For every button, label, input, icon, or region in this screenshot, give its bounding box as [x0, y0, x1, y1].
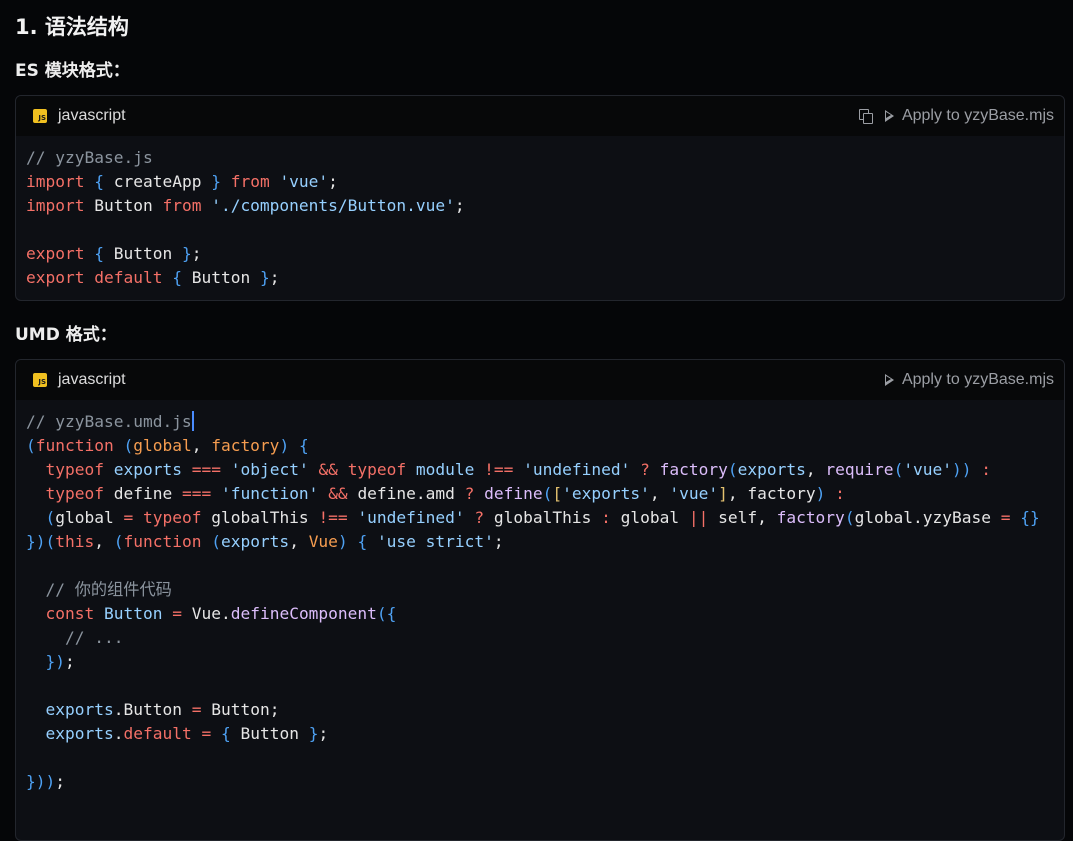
- code-content[interactable]: // yzyBase.js import { createApp } from …: [16, 136, 1064, 290]
- js-badge-icon: JS: [33, 109, 47, 123]
- code-line: import { createApp } from 'vue';: [26, 172, 338, 191]
- copy-icon[interactable]: [858, 109, 873, 124]
- text-cursor: [191, 411, 194, 431]
- code-line: const Button = Vue.defineComponent({: [45, 604, 397, 623]
- code-line: exports.Button = Button;: [45, 700, 280, 719]
- code-line: import Button from './components/Button.…: [26, 196, 465, 215]
- section-heading: 1. 语法结构: [15, 15, 129, 39]
- code-line: // 你的组件代码: [45, 580, 172, 599]
- apply-label: Apply to yzyBase.mjs: [901, 371, 1054, 388]
- code-line: export { Button };: [26, 244, 202, 263]
- code-line: // yzyBase.umd.js: [26, 411, 194, 431]
- play-icon: [884, 110, 894, 122]
- js-badge-icon: JS: [33, 373, 47, 387]
- code-block-header: JS javascript Apply to yzyBase.mjs: [16, 96, 1064, 136]
- apply-button[interactable]: Apply to yzyBase.mjs: [884, 107, 1054, 125]
- code-block-es: JS javascript Apply to yzyBase.mjs // yz…: [15, 95, 1065, 301]
- apply-label: Apply to yzyBase.mjs: [901, 107, 1054, 124]
- code-line: // ...: [64, 628, 124, 647]
- code-line: typeof define === 'function' && define.a…: [45, 484, 845, 503]
- code-block-header: JS javascript Apply to yzyBase.mjs: [16, 360, 1064, 400]
- es-module-label: ES 模块格式：: [15, 61, 130, 81]
- umd-label: UMD 格式：: [15, 325, 117, 345]
- code-content[interactable]: // yzyBase.umd.js (function (global, fac…: [16, 400, 1064, 794]
- code-line: (global = typeof globalThis !== 'undefin…: [45, 508, 1040, 527]
- code-line: exports.default = { Button };: [45, 724, 329, 743]
- code-line: typeof exports === 'object' && typeof mo…: [45, 460, 992, 479]
- code-line: }));: [26, 772, 65, 791]
- code-line: export default { Button };: [26, 268, 280, 287]
- play-icon: [884, 374, 894, 386]
- language-label: javascript: [58, 107, 126, 124]
- code-line: });: [45, 652, 75, 671]
- code-line: // yzyBase.js: [26, 148, 153, 167]
- language-label: javascript: [58, 371, 126, 388]
- code-line: })(this, (function (exports, Vue) { 'use…: [26, 532, 504, 551]
- apply-button[interactable]: Apply to yzyBase.mjs: [884, 371, 1054, 389]
- code-line: (function (global, factory) {: [26, 436, 309, 455]
- code-block-umd: JS javascript Apply to yzyBase.mjs // yz…: [15, 359, 1065, 841]
